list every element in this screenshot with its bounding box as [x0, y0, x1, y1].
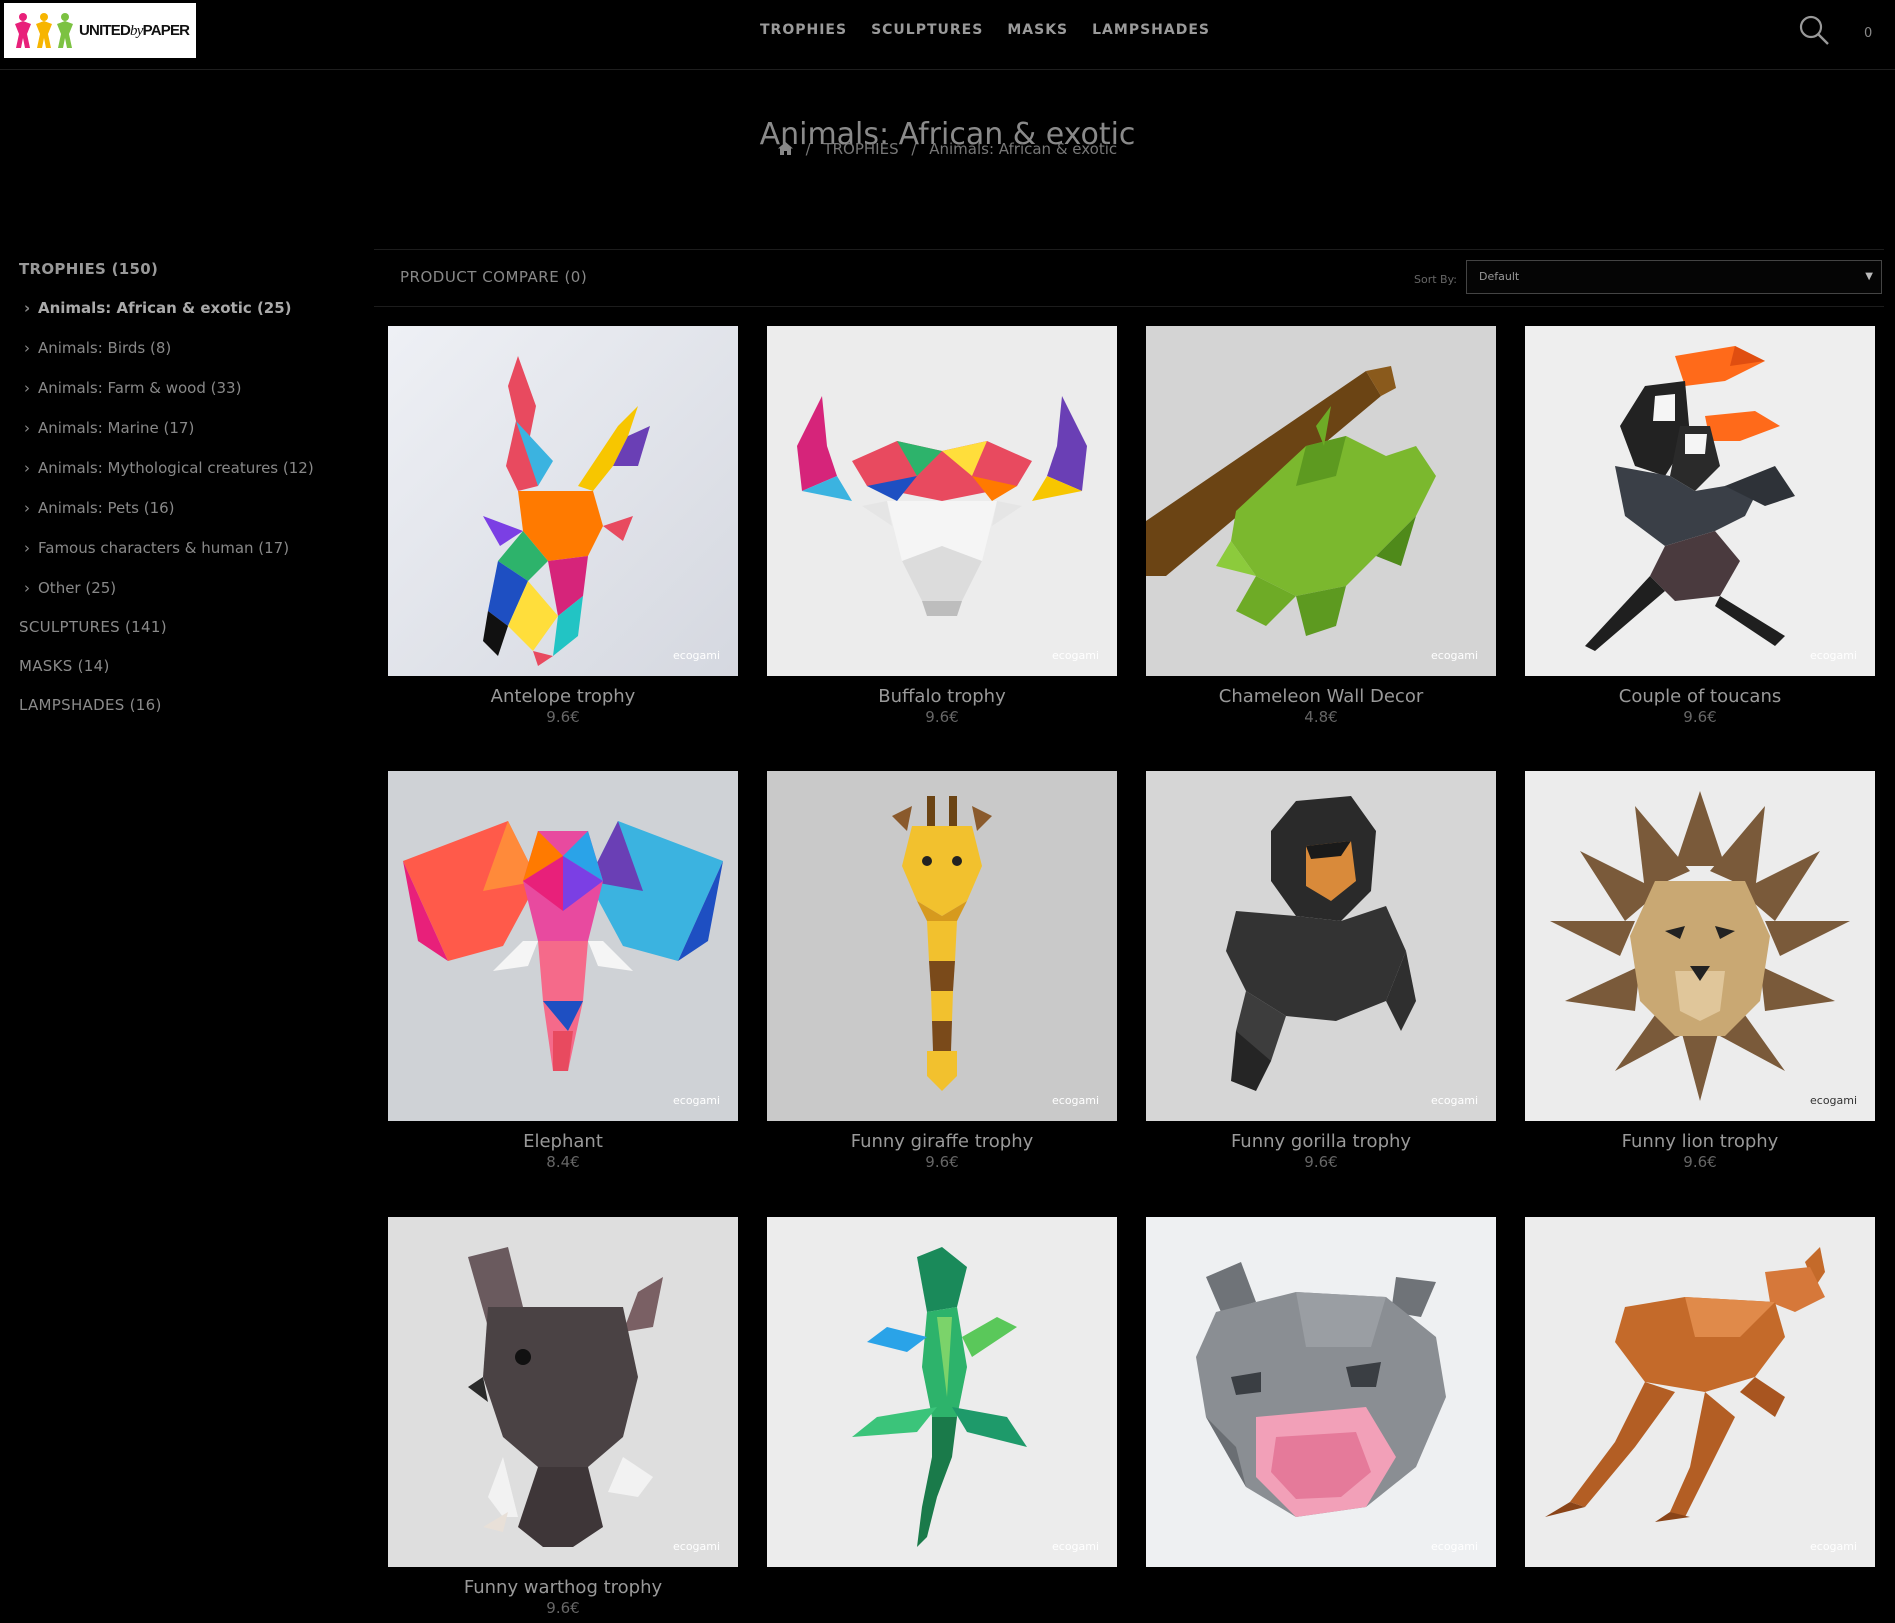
sidebar-subitem-other[interactable]: › Other (25): [19, 577, 349, 616]
svg-text:ecogami: ecogami: [673, 1540, 720, 1553]
product-image-kangaroo[interactable]: ecogami: [1525, 1217, 1875, 1567]
product-image-lion[interactable]: ecogami: [1525, 771, 1875, 1121]
product-price: 9.6€: [1683, 708, 1717, 726]
product-name[interactable]: Funny warthog trophy: [388, 1577, 738, 1599]
sidebar-subitem-birds[interactable]: › Animals: Birds (8): [19, 337, 349, 377]
chevron-right-icon: ›: [24, 579, 30, 597]
product-image-toucans[interactable]: ecogami: [1525, 326, 1875, 676]
sidebar-subitem-famous-characters[interactable]: › Famous characters & human (17): [19, 537, 349, 577]
chevron-right-icon: ›: [24, 419, 30, 437]
svg-text:ecogami: ecogami: [1431, 649, 1478, 662]
product-card[interactable]: ecogami Elephant 8.4€: [388, 771, 738, 1171]
product-card[interactable]: ecogami Chameleon Wall Decor 4.8€: [1146, 326, 1496, 726]
sort-select[interactable]: Default ▼: [1466, 260, 1882, 294]
svg-text:ecogami: ecogami: [1431, 1094, 1478, 1107]
product-card[interactable]: ecogami: [767, 1217, 1117, 1577]
product-name[interactable]: Funny gorilla trophy: [1146, 1131, 1496, 1153]
sidebar-subitem-farm-wood[interactable]: › Animals: Farm & wood (33): [19, 377, 349, 417]
search-icon[interactable]: [1798, 14, 1830, 46]
product-card[interactable]: ecogami Buffalo trophy 9.6€: [767, 326, 1117, 726]
product-image-gecko[interactable]: ecogami: [767, 1217, 1117, 1567]
sidebar-item-trophies[interactable]: TROPHIES (150): [19, 258, 349, 297]
product-name[interactable]: Chameleon Wall Decor: [1146, 686, 1496, 708]
product-image-chameleon[interactable]: ecogami: [1146, 326, 1496, 676]
sidebar-subitem-pets[interactable]: › Animals: Pets (16): [19, 497, 349, 537]
product-price: 9.6€: [925, 708, 959, 726]
product-price: 9.6€: [1304, 1153, 1338, 1171]
svg-text:ecogami: ecogami: [1810, 649, 1857, 662]
product-name[interactable]: Couple of toucans: [1525, 686, 1875, 708]
chevron-right-icon: ›: [24, 539, 30, 557]
nav-masks[interactable]: MASKS: [1007, 22, 1068, 38]
product-image-warthog[interactable]: ecogami: [388, 1217, 738, 1567]
product-price: 9.6€: [546, 708, 580, 726]
sidebar-subitem-marine[interactable]: › Animals: Marine (17): [19, 417, 349, 457]
breadcrumb-trophies[interactable]: TROPHIES: [823, 140, 898, 158]
product-image-hippo[interactable]: ecogami: [1146, 1217, 1496, 1567]
site-header: UNITEDbyPAPER TROPHIES SCULPTURES MASKS …: [0, 0, 1895, 70]
chevron-down-icon: ▼: [1865, 271, 1873, 282]
product-name[interactable]: Buffalo trophy: [767, 686, 1117, 708]
product-image-gorilla[interactable]: ecogami: [1146, 771, 1496, 1121]
sidebar-item-lampshades[interactable]: LAMPSHADES (16): [19, 694, 349, 733]
main-nav: TROPHIES SCULPTURES MASKS LAMPSHADES: [760, 22, 1210, 38]
product-card[interactable]: ecogami Funny gorilla trophy 9.6€: [1146, 771, 1496, 1171]
product-image-buffalo[interactable]: ecogami: [767, 326, 1117, 676]
logo-figures-icon: [13, 12, 75, 50]
product-card[interactable]: ecogami: [1146, 1217, 1496, 1577]
chevron-right-icon: ›: [24, 459, 30, 477]
nav-lampshades[interactable]: LAMPSHADES: [1092, 22, 1210, 38]
svg-text:ecogami: ecogami: [1431, 1540, 1478, 1553]
nav-trophies[interactable]: TROPHIES: [760, 22, 847, 38]
product-name[interactable]: Elephant: [388, 1131, 738, 1153]
chevron-right-icon: ›: [24, 499, 30, 517]
product-compare-link[interactable]: PRODUCT COMPARE (0): [400, 268, 587, 286]
product-image-antelope[interactable]: ecogami: [388, 326, 738, 676]
svg-text:ecogami: ecogami: [1810, 1540, 1857, 1553]
product-card[interactable]: ecogami Funny lion trophy 9.6€: [1525, 771, 1875, 1171]
site-logo[interactable]: UNITEDbyPAPER: [4, 3, 196, 58]
svg-text:ecogami: ecogami: [1052, 1540, 1099, 1553]
cart-count[interactable]: 0: [1864, 26, 1872, 41]
sidebar-subitem-mythological[interactable]: › Animals: Mythological creatures (12): [19, 457, 349, 497]
product-toolbar: PRODUCT COMPARE (0) Sort By: Default ▼: [374, 249, 1884, 307]
breadcrumb: / TROPHIES / Animals: African & exotic: [0, 140, 1895, 159]
product-price: 8.4€: [546, 1153, 580, 1171]
product-name[interactable]: Funny lion trophy: [1525, 1131, 1875, 1153]
sidebar-subitem-african-exotic[interactable]: › Animals: African & exotic (25): [19, 297, 349, 337]
breadcrumb-current: Animals: African & exotic: [929, 140, 1118, 158]
product-price: 9.6€: [1683, 1153, 1717, 1171]
category-sidebar: TROPHIES (150) › Animals: African & exoti…: [19, 258, 349, 733]
product-card[interactable]: ecogami: [1525, 1217, 1875, 1577]
product-price: 4.8€: [1304, 708, 1338, 726]
sort-label: Sort By:: [1414, 273, 1458, 286]
nav-sculptures[interactable]: SCULPTURES: [871, 22, 983, 38]
svg-text:ecogami: ecogami: [1810, 1094, 1857, 1107]
product-card[interactable]: ecogami Funny giraffe trophy 9.6€: [767, 771, 1117, 1171]
chevron-right-icon: ›: [24, 339, 30, 357]
product-image-giraffe[interactable]: ecogami: [767, 771, 1117, 1121]
product-image-elephant[interactable]: ecogami: [388, 771, 738, 1121]
product-card[interactable]: ecogami Funny warthog trophy 9.6€: [388, 1217, 738, 1617]
svg-text:ecogami: ecogami: [673, 649, 720, 662]
sidebar-item-sculptures[interactable]: SCULPTURES (141): [19, 616, 349, 655]
product-name[interactable]: Antelope trophy: [388, 686, 738, 708]
product-card[interactable]: ecogami Antelope trophy 9.6€: [388, 326, 738, 726]
chevron-right-icon: ›: [24, 299, 31, 317]
product-name[interactable]: Funny giraffe trophy: [767, 1131, 1117, 1153]
chevron-right-icon: ›: [24, 379, 30, 397]
svg-text:ecogami: ecogami: [1052, 649, 1099, 662]
sidebar-item-masks[interactable]: MASKS (14): [19, 655, 349, 694]
svg-text:ecogami: ecogami: [1052, 1094, 1099, 1107]
product-card[interactable]: ecogami Couple of toucans 9.6€: [1525, 326, 1875, 726]
home-icon[interactable]: [777, 141, 793, 159]
product-price: 9.6€: [546, 1599, 580, 1617]
svg-text:ecogami: ecogami: [673, 1094, 720, 1107]
product-price: 9.6€: [925, 1153, 959, 1171]
logo-text: UNITEDbyPAPER: [79, 21, 190, 39]
